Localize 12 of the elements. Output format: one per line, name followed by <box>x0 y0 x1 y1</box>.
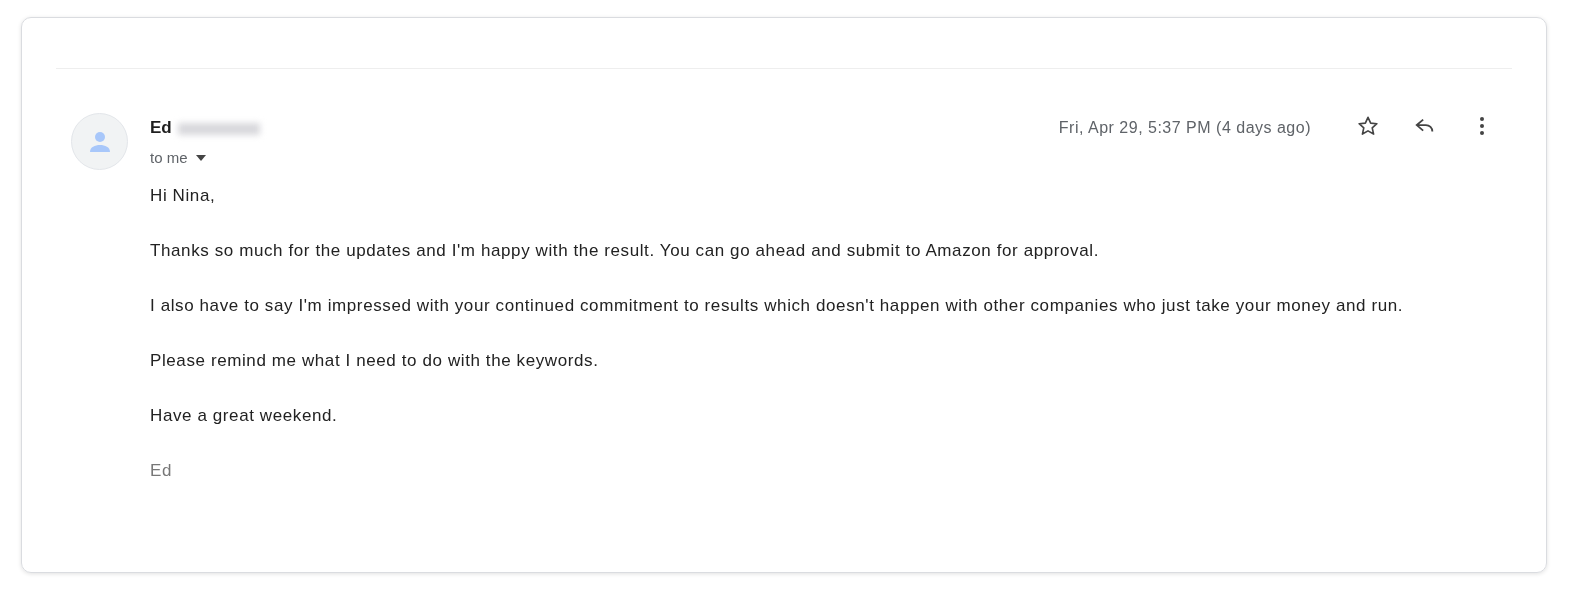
star-icon[interactable] <box>1357 115 1379 137</box>
more-options-icon[interactable] <box>1479 116 1485 136</box>
signature: Ed <box>150 461 173 481</box>
recipient-label: to me <box>150 147 188 168</box>
message-paragraph: Please remind me what I need to do with the keywords. <box>150 351 600 371</box>
dropdown-caret-icon[interactable] <box>195 154 206 161</box>
message-paragraph: Thanks so much for the updates and I'm happy with the result. You can go ahead and submit to Amazon for approval. <box>150 241 1100 261</box>
message-date: Fri, Apr 29, 5:37 PM (4 days ago) <box>1058 118 1311 138</box>
message-paragraph: I also have to say I'm impressed with your continued commitment to results which doesn't happen with other companies who just take your money and run. <box>150 296 1405 316</box>
sender-name: Ed <box>150 118 172 137</box>
message-paragraph: Hi Nina, <box>150 186 217 206</box>
message-paragraph: Have a great weekend. <box>150 406 339 426</box>
